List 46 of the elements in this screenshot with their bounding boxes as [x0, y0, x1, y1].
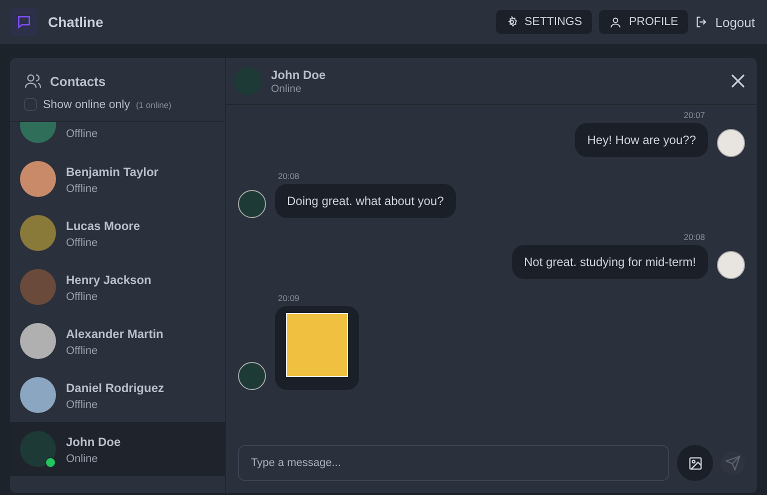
contact-item[interactable]: Henry Jackson Offline	[10, 260, 225, 314]
online-only-checkbox[interactable]	[24, 98, 37, 111]
contact-status: Offline	[66, 183, 99, 195]
contact-item[interactable]: Lucas Moore Offline	[10, 206, 225, 260]
contact-name: Alexander Martin	[66, 327, 164, 341]
online-count: (1 online)	[136, 100, 172, 110]
message-time: 20:09	[278, 293, 300, 303]
online-only-label: Show online only	[43, 98, 130, 110]
contact-status: Offline	[66, 237, 99, 249]
contact-item[interactable]: Daniel Rodriguez Offline	[10, 368, 225, 422]
contact-status: Offline	[66, 345, 99, 357]
image-upload-button[interactable]	[677, 445, 713, 481]
emoji-image-placeholder	[286, 313, 348, 377]
contacts-icon	[24, 72, 42, 90]
contacts-title: Contacts	[50, 74, 106, 88]
message-time: 20:07	[684, 110, 705, 120]
contact-name: Lucas Moore	[66, 219, 140, 233]
close-icon[interactable]	[729, 72, 747, 90]
message-time: 20:08	[278, 171, 300, 181]
gear-icon	[506, 16, 518, 28]
contact-status: Online	[66, 453, 99, 465]
contact-item[interactable]: Alexander Martin Offline	[10, 314, 225, 368]
contact-status: Offline	[66, 128, 98, 140]
settings-button[interactable]: SETTINGS	[496, 10, 592, 34]
contact-name: Benjamin Taylor	[66, 165, 158, 179]
contact-name: John Doe	[66, 435, 121, 449]
chat-contact-status: Online	[271, 82, 302, 94]
message-bubble: Hey! How are you??	[575, 123, 708, 157]
contact-status: Offline	[66, 399, 99, 411]
user-icon	[609, 16, 622, 28]
chat-contact-name: John Doe	[271, 68, 327, 82]
app-name: Chatline	[48, 14, 104, 30]
contact-item[interactable]: John Doe Online	[10, 422, 225, 476]
image-icon	[688, 456, 702, 470]
logout-button[interactable]: Logout	[695, 14, 755, 30]
contact-item[interactable]: Benjamin Taylor Offline	[10, 152, 225, 206]
contact-name: Henry Jackson	[66, 273, 152, 287]
profile-button[interactable]: PROFILE	[599, 10, 688, 34]
message-input-field[interactable]: Type a message...	[238, 445, 669, 481]
message-bubble: Doing great. what about you?	[275, 184, 456, 218]
contact-item[interactable]: Offline	[10, 122, 225, 152]
chat-bubble-logo-icon	[10, 8, 38, 36]
message-bubble: Not great. studying for mid-term!	[512, 245, 708, 279]
message-time: 20:08	[684, 232, 705, 242]
contact-name: Daniel Rodriguez	[66, 381, 164, 395]
contact-status: Offline	[66, 291, 99, 303]
